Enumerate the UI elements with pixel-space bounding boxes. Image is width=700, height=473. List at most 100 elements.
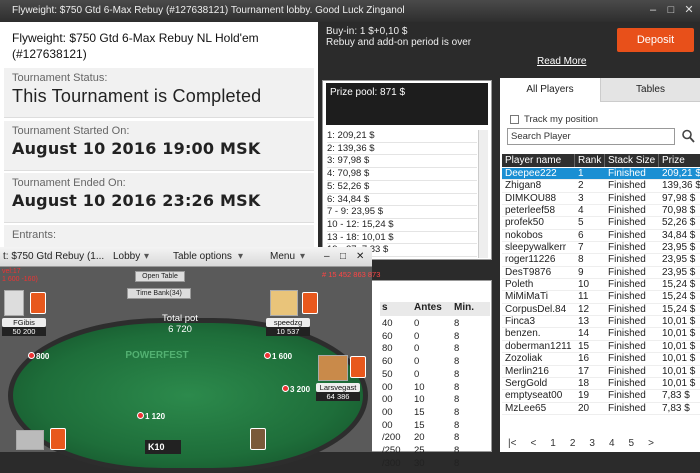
player-name: Deepee222 bbox=[505, 168, 557, 179]
menu-chevron-icon[interactable]: ▾ bbox=[300, 247, 305, 267]
track-label: Track my position bbox=[524, 114, 599, 125]
player-row[interactable]: Zhigan8 2 Finished 139,36 $ bbox=[502, 180, 700, 193]
buyin-text: Buy-in: 1 $+0,10 $ bbox=[326, 26, 408, 37]
table-cell: 15 bbox=[414, 419, 425, 431]
deposit-button[interactable]: Deposit bbox=[617, 28, 694, 52]
close-icon[interactable]: ✕ bbox=[682, 3, 696, 17]
table-cell: 20 bbox=[414, 432, 425, 444]
lobby-button[interactable]: Lobby bbox=[113, 247, 140, 267]
seat-player[interactable]: Larsvegast 64 386 bbox=[316, 383, 360, 401]
table-row[interactable]: 00 10 8 bbox=[380, 394, 490, 407]
minimize-icon[interactable]: – bbox=[646, 3, 660, 17]
col-rank[interactable]: Rank bbox=[575, 154, 605, 167]
col-antes[interactable]: Antes bbox=[414, 302, 454, 313]
player-stack: Finished bbox=[608, 180, 646, 192]
seat-player[interactable]: speedzg 10 537 bbox=[266, 318, 310, 336]
track-checkbox[interactable] bbox=[510, 115, 519, 124]
col-prize[interactable]: Prize bbox=[659, 154, 700, 167]
table-row[interactable]: 00 15 8 bbox=[380, 407, 490, 420]
lobby-chevron-icon[interactable]: ▾ bbox=[144, 247, 149, 267]
page-link[interactable]: |< bbox=[508, 438, 516, 449]
player-row[interactable]: SergGold 18 Finished 10,01 $ bbox=[502, 378, 700, 391]
time-bank-button[interactable]: Time Bank(34) bbox=[127, 288, 191, 299]
player-row[interactable]: MzLee65 20 Finished 7,83 $ bbox=[502, 403, 700, 415]
read-more-link[interactable]: Read More bbox=[537, 56, 586, 67]
search-icon[interactable] bbox=[681, 128, 695, 144]
total-pot-label: Total pot bbox=[162, 313, 198, 324]
player-stack: Finished bbox=[608, 279, 646, 291]
maximize-icon[interactable]: □ bbox=[664, 3, 678, 17]
poker-minimize-icon[interactable]: – bbox=[324, 247, 330, 267]
table-options-button[interactable]: Table options bbox=[173, 247, 232, 267]
player-row[interactable]: profek50 5 Finished 52,26 $ bbox=[502, 217, 700, 230]
track-position[interactable]: Track my position bbox=[510, 114, 598, 125]
poker-title: t: $750 Gtd Rebuy (1... bbox=[3, 251, 105, 262]
player-row[interactable]: emptyseat00 19 Finished 7,83 $ bbox=[502, 390, 700, 403]
status-value: This Tournament is Completed bbox=[12, 86, 262, 106]
page-link[interactable]: < bbox=[530, 438, 536, 449]
player-row[interactable]: nokobos 6 Finished 34,84 $ bbox=[502, 230, 700, 243]
player-prize: 10,01 $ bbox=[662, 365, 696, 377]
player-row[interactable]: benzen. 14 Finished 10,01 $ bbox=[502, 328, 700, 341]
page-link[interactable]: 2 bbox=[570, 438, 576, 449]
open-table-button[interactable]: Open Table bbox=[135, 271, 185, 282]
table-cell: 8 bbox=[454, 343, 460, 355]
page-link[interactable]: > bbox=[648, 438, 654, 449]
powerfest-logo: POWERFEST bbox=[125, 350, 189, 361]
player-row[interactable]: DesT9876 9 Finished 23,95 $ bbox=[502, 267, 700, 280]
tables-header: s Antes Min. bbox=[380, 302, 490, 316]
table-row[interactable]: /200 20 8 bbox=[380, 432, 490, 445]
player-name: profek50 bbox=[505, 217, 544, 229]
player-name: roger11226 bbox=[505, 254, 556, 266]
player-row[interactable]: CorpusDel.84 12 Finished 15,24 $ bbox=[502, 303, 700, 317]
menu-button[interactable]: Menu bbox=[270, 247, 295, 267]
options-chevron-icon[interactable]: ▾ bbox=[238, 247, 243, 267]
player-prize: 7,83 $ bbox=[662, 402, 690, 414]
player-row[interactable]: Finca3 13 Finished 10,01 $ bbox=[502, 316, 700, 329]
seat-avatar bbox=[318, 355, 348, 381]
col-blinds[interactable]: s bbox=[380, 302, 414, 313]
player-row[interactable]: Deepee222 1 Finished 209,21 $ bbox=[502, 168, 700, 181]
player-stack: Finished bbox=[608, 168, 646, 179]
search-player-input[interactable] bbox=[507, 128, 675, 145]
prize-scrollbar[interactable] bbox=[478, 130, 488, 258]
player-row[interactable]: peterleef58 4 Finished 70,98 $ bbox=[502, 205, 700, 218]
player-row[interactable]: roger11226 8 Finished 23,95 $ bbox=[502, 254, 700, 267]
table-row[interactable]: 80 0 8 bbox=[380, 343, 490, 356]
player-stack: Finished bbox=[608, 254, 646, 266]
page-link[interactable]: 5 bbox=[629, 438, 635, 449]
col-player-name[interactable]: Player name bbox=[502, 154, 575, 167]
table-row[interactable]: 60 0 8 bbox=[380, 331, 490, 344]
player-row[interactable]: DIMKOU88 3 Finished 97,98 $ bbox=[502, 193, 700, 206]
table-row[interactable]: 40 0 8 bbox=[380, 318, 490, 331]
player-row[interactable]: MiMiMaTi 11 Finished 15,24 $ bbox=[502, 291, 700, 304]
player-row[interactable]: Zozoliak 16 Finished 10,01 $ bbox=[502, 353, 700, 366]
table-row[interactable]: /300 30 8 bbox=[380, 458, 490, 471]
table-row[interactable]: 60 0 8 bbox=[380, 356, 490, 369]
table-cell: 8 bbox=[454, 356, 460, 368]
page-link[interactable]: 1 bbox=[550, 438, 556, 449]
player-row[interactable]: sleepywalkerr 7 Finished 23,95 $ bbox=[502, 242, 700, 255]
page-link[interactable]: 4 bbox=[609, 438, 615, 449]
table-cell: 8 bbox=[454, 330, 460, 342]
status-label: Tournament Status: bbox=[12, 72, 108, 84]
player-row[interactable]: Merlin216 17 Finished 10,01 $ bbox=[502, 366, 700, 378]
table-row[interactable]: 50 0 8 bbox=[380, 369, 490, 382]
player-row[interactable]: Poleth 10 Finished 15,24 $ bbox=[502, 279, 700, 292]
tab-all-players[interactable]: All Players bbox=[500, 78, 601, 102]
table-row[interactable]: 00 10 8 bbox=[380, 382, 490, 395]
col-min[interactable]: Min. bbox=[454, 302, 484, 313]
player-prize: 15,24 $ bbox=[662, 303, 696, 315]
player-row[interactable]: doberman1211 15 Finished 10,01 $ bbox=[502, 341, 700, 354]
tab-tables[interactable]: Tables bbox=[601, 78, 700, 102]
poker-maximize-icon[interactable]: □ bbox=[340, 247, 346, 267]
prize-list: 1: 209,21 $ 2: 139,36 $ 3: 97,98 $ 4: 70… bbox=[327, 130, 477, 258]
table-row[interactable]: /250 25 8 bbox=[380, 445, 490, 458]
seat-player[interactable]: FGibis 50 200 bbox=[2, 318, 46, 336]
page-link[interactable]: 3 bbox=[589, 438, 595, 449]
col-stack-size[interactable]: Stack Size bbox=[605, 154, 659, 167]
bet-amount: 3 200 bbox=[282, 385, 310, 394]
players-table-header: Player name Rank Stack Size Prize bbox=[502, 154, 700, 167]
table-row[interactable]: 00 15 8 bbox=[380, 420, 490, 433]
poker-close-icon[interactable]: ✕ bbox=[356, 247, 364, 267]
